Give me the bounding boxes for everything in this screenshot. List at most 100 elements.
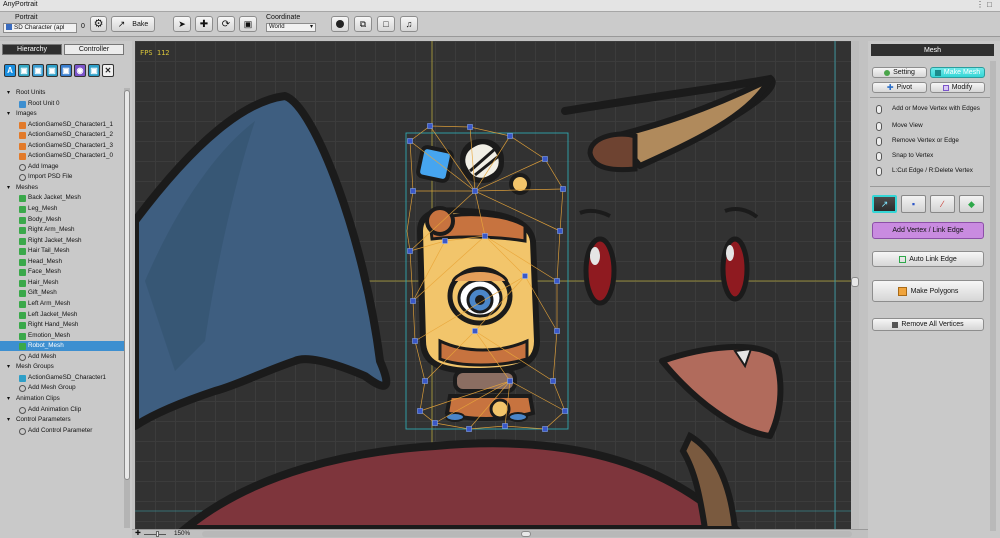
tree-item[interactable]: Back Jacket_Mesh — [0, 193, 124, 203]
mesh-vertex[interactable] — [507, 133, 513, 139]
mesh-vertex[interactable] — [557, 228, 563, 234]
tree-item[interactable]: Root Unit 0 — [0, 99, 124, 109]
mesh-vertex[interactable] — [507, 378, 513, 384]
tree-item[interactable]: Robot_Mesh — [0, 341, 124, 351]
mesh-vertex[interactable] — [554, 278, 560, 284]
tree-item[interactable]: Head_Mesh — [0, 257, 124, 267]
mesh-vertex[interactable] — [412, 338, 418, 344]
bone-view-button[interactable]: ⧉ — [354, 16, 372, 32]
pivot-button[interactable]: ✚ Pivot — [872, 82, 927, 93]
viewport-vertical-scrollbar[interactable] — [851, 41, 859, 529]
mesh-vertex[interactable] — [522, 273, 528, 279]
bone-filter-icon[interactable]: ▣ — [88, 64, 100, 77]
animation-filter-icon[interactable]: ▣ — [60, 64, 72, 77]
window-tab-title[interactable]: AnyPortrait — [3, 1, 38, 8]
mesh-vertex[interactable] — [560, 186, 566, 192]
mesh-vertex[interactable] — [410, 298, 416, 304]
inspector-scrollbar[interactable] — [990, 61, 996, 531]
bake-button[interactable]: ↗ Bake — [111, 16, 155, 32]
mesh-vertex[interactable] — [407, 248, 413, 254]
tree-section-header[interactable]: ▾ Root Units — [0, 88, 124, 98]
menu-icon[interactable]: ⋮ — [976, 1, 984, 9]
tree-item[interactable]: Face_Mesh — [0, 267, 124, 277]
mesh-vertex[interactable] — [417, 408, 423, 414]
mesh-vertex[interactable] — [550, 378, 556, 384]
tree-item[interactable]: ActionGameSD_Character1_0 — [0, 151, 124, 161]
close-filter-icon[interactable]: ✕ — [102, 64, 114, 77]
tree-add-item[interactable]: Import PSD File — [0, 172, 124, 182]
zoom-slider[interactable] — [144, 534, 166, 535]
mesh-view-button[interactable]: □ — [377, 16, 395, 32]
tree-add-item[interactable]: Add Animation Clip — [0, 405, 124, 415]
mesh-viewport[interactable]: FPS 112 — [135, 41, 859, 529]
mesh-vertex[interactable] — [554, 328, 560, 334]
portrait-dropdown[interactable]: SD Character (apl — [3, 23, 77, 33]
tree-item[interactable]: Left Jacket_Mesh — [0, 310, 124, 320]
modify-button[interactable]: Modify — [930, 82, 985, 93]
tree-item[interactable]: Hair Tail_Mesh — [0, 246, 124, 256]
vertex-tool-button[interactable]: ▪ — [901, 195, 926, 213]
scale-tool-button[interactable]: ▣ — [239, 16, 257, 32]
expand-arrow-icon[interactable]: ▾ — [7, 88, 13, 96]
tree-section-header[interactable]: ▾ Meshes — [0, 183, 124, 193]
mesh-vertex[interactable] — [542, 156, 548, 162]
tree-add-item[interactable]: Add Control Parameter — [0, 426, 124, 436]
viewport-vscroll-thumb[interactable] — [851, 277, 859, 287]
tree-add-item[interactable]: Add Image — [0, 162, 124, 172]
mesh-vertex[interactable] — [467, 124, 473, 130]
mesh-filter-icon[interactable]: ▣ — [32, 64, 44, 77]
viewport-horizontal-scrollbar[interactable] — [202, 531, 852, 537]
tree-item[interactable]: Leg_Mesh — [0, 204, 124, 214]
expand-arrow-icon[interactable]: ▾ — [7, 394, 13, 402]
onion-skin-button[interactable] — [331, 16, 349, 32]
mesh-vertex[interactable] — [502, 423, 508, 429]
mesh-vertex[interactable] — [442, 238, 448, 244]
tab-controller[interactable]: Controller — [64, 44, 124, 55]
add-vertex-tool-button[interactable]: ↗ — [872, 195, 897, 213]
mesh-vertex[interactable] — [422, 378, 428, 384]
tab-hierarchy[interactable]: Hierarchy — [2, 44, 62, 55]
tree-item[interactable]: Emotion_Mesh — [0, 331, 124, 341]
tree-item[interactable]: Hair_Mesh — [0, 278, 124, 288]
tree-item[interactable]: Right Hand_Mesh — [0, 320, 124, 330]
mesh-vertex[interactable] — [472, 328, 478, 334]
add-vertex-link-edge-button[interactable]: Add Vertex / Link Edge — [872, 222, 984, 239]
mesh-vertex[interactable] — [432, 420, 438, 426]
parameter-filter-icon[interactable]: ◉ — [74, 64, 86, 77]
auto-link-edge-button[interactable]: Auto Link Edge — [872, 251, 984, 267]
polygon-tool-button[interactable]: ◆ — [959, 195, 984, 213]
hierarchy-scrollbar[interactable] — [124, 88, 130, 528]
tree-section-header[interactable]: ▾ Mesh Groups — [0, 362, 124, 372]
maximize-icon[interactable]: □ — [987, 1, 992, 9]
tree-item[interactable]: Gift_Mesh — [0, 288, 124, 298]
make-mesh-button[interactable]: Make Mesh — [930, 67, 985, 78]
edge-tool-button[interactable]: ∕ — [930, 195, 955, 213]
tree-item[interactable]: ActionGameSD_Character1_1 — [0, 120, 124, 130]
mesh-vertex[interactable] — [542, 426, 548, 432]
expand-arrow-icon[interactable]: ▾ — [7, 415, 13, 423]
viewport-hscroll-thumb[interactable] — [521, 531, 531, 537]
mesh-group-filter-icon[interactable]: ▣ — [46, 64, 58, 77]
tree-item[interactable]: Body_Mesh — [0, 215, 124, 225]
move-tool-button[interactable]: ✚ — [195, 16, 213, 32]
mesh-vertex[interactable] — [472, 188, 478, 194]
make-polygons-button[interactable]: Make Polygons — [872, 280, 984, 302]
rotate-tool-button[interactable]: ⟳ — [217, 16, 235, 32]
expand-arrow-icon[interactable]: ▾ — [7, 362, 13, 370]
expand-arrow-icon[interactable]: ▾ — [7, 183, 13, 191]
physics-view-button[interactable]: ♫ — [400, 16, 418, 32]
tree-item[interactable]: ActionGameSD_Character1 — [0, 373, 124, 383]
tree-add-item[interactable]: Add Mesh Group — [0, 383, 124, 393]
tree-section-header[interactable]: ▾ Control Parameters — [0, 415, 124, 425]
remove-all-vertices-button[interactable]: Remove All Vertices — [872, 318, 984, 331]
mesh-vertex[interactable] — [410, 188, 416, 194]
expand-arrow-icon[interactable]: ▾ — [7, 109, 13, 117]
mesh-vertex[interactable] — [407, 138, 413, 144]
mesh-vertex[interactable] — [466, 426, 472, 432]
setting-button[interactable]: Setting — [872, 67, 927, 78]
fit-view-icon[interactable]: ✚ — [135, 530, 141, 538]
tree-item[interactable]: ActionGameSD_Character1_2 — [0, 130, 124, 140]
tree-add-item[interactable]: Add Mesh — [0, 352, 124, 362]
mesh-vertex[interactable] — [482, 233, 488, 239]
coordinate-dropdown[interactable]: World ▾ — [266, 23, 316, 32]
